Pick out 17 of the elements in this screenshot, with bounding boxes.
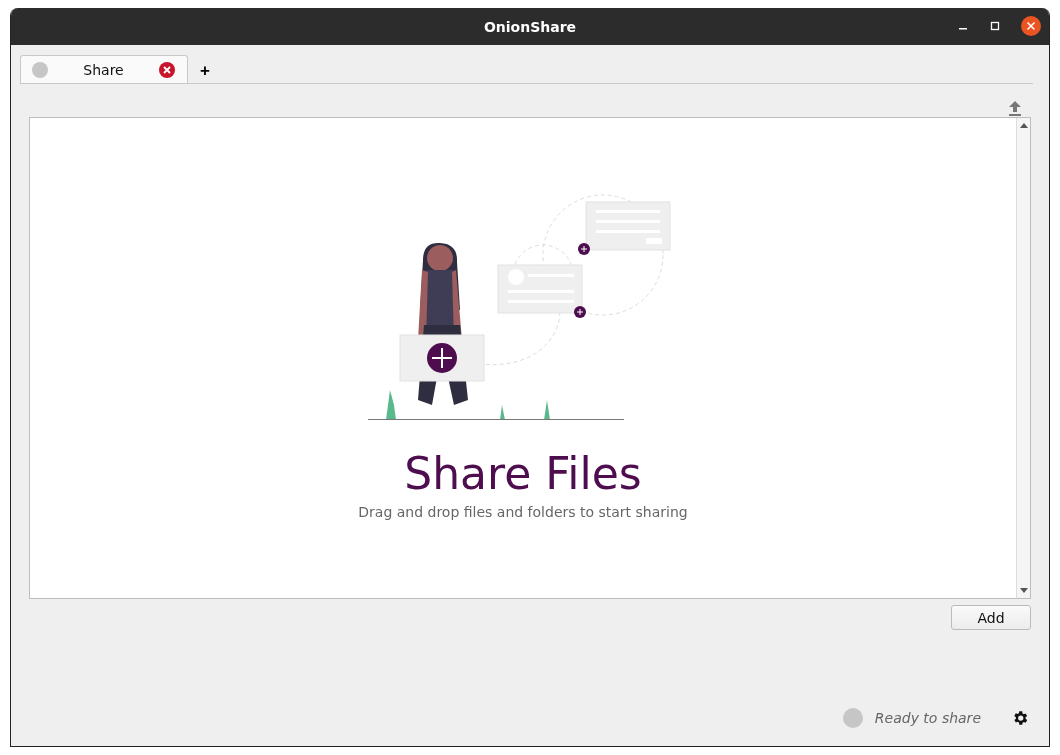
window-title: OnionShare	[483, 18, 577, 35]
drop-zone[interactable]: Share Files Drag and drop files and folders to start sharing	[29, 117, 1031, 599]
scroll-up-icon[interactable]	[1019, 122, 1028, 128]
upload-icon[interactable]	[1007, 99, 1023, 117]
maximize-icon[interactable]	[989, 20, 1001, 32]
status-dot-icon	[842, 708, 863, 728]
drop-zone-title: Share Files	[404, 450, 642, 499]
status-text: Ready to share	[874, 710, 981, 726]
close-tab-icon[interactable]	[159, 61, 175, 78]
drop-zone-subtitle: Drag and drop files and folders to start sharing	[358, 504, 688, 521]
close-icon[interactable]	[1021, 16, 1041, 36]
scroll-down-icon[interactable]	[1019, 588, 1028, 594]
add-button[interactable]: Add	[951, 605, 1031, 630]
new-tab-button[interactable]: +	[188, 61, 222, 83]
share-tab[interactable]: Share	[20, 55, 188, 83]
status-dot-icon	[32, 61, 48, 78]
scrollbar[interactable]	[1016, 118, 1030, 598]
